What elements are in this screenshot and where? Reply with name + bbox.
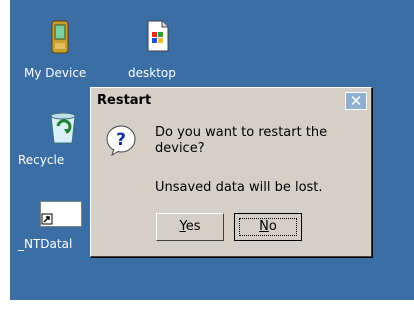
dialog-detail: Unsaved data will be lost. — [155, 180, 323, 195]
desktop-icon-label: My Device — [24, 66, 87, 80]
desktop-background: My Device desktop Recycle _NTDatal Resta… — [10, 0, 414, 300]
desktop-icon-label: desktop — [128, 66, 176, 80]
dialog-titlebar[interactable]: Restart ✕ — [93, 90, 369, 112]
desktop-file-desktop-icon[interactable]: desktop — [120, 0, 190, 80]
restart-dialog: Restart ✕ ? Do you want to restart the d… — [90, 87, 372, 257]
yes-button[interactable]: Yes — [156, 213, 224, 241]
no-button[interactable]: No — [234, 213, 302, 241]
dialog-message: Do you want to restart the device? — [155, 125, 328, 156]
focus-rectangle — [239, 218, 297, 236]
recycle-bin-desktop-icon[interactable]: Recycle — [10, 100, 80, 180]
close-icon: ✕ — [349, 92, 363, 110]
desktop-icon-label: Recycle — [18, 153, 65, 167]
pda-device-icon — [50, 20, 70, 58]
recycle-bin-icon — [48, 110, 78, 148]
desktop-icon-label: _NTDatal — [18, 237, 73, 251]
close-button[interactable]: ✕ — [345, 92, 367, 110]
svg-text:?: ? — [116, 130, 126, 150]
yes-label-rest: es — [185, 219, 201, 234]
document-file-icon — [146, 20, 170, 56]
my-device-desktop-icon[interactable]: My Device — [10, 0, 100, 80]
shortcut-file-icon — [40, 201, 82, 231]
ntdata-desktop-icon[interactable]: _NTDatal — [10, 190, 82, 260]
dialog-title: Restart — [97, 93, 152, 108]
question-icon: ? — [105, 124, 137, 157]
